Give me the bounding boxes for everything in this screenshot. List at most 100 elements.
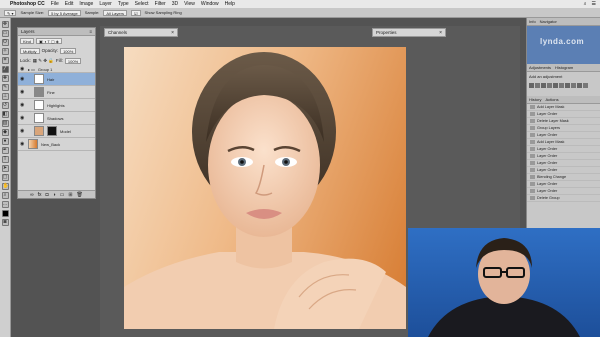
close-icon[interactable]: × <box>171 30 174 36</box>
adjustment-icon[interactable]: ◑ <box>53 192 56 198</box>
history-item[interactable]: Layer Order <box>527 160 600 167</box>
curves-icon[interactable] <box>541 83 546 88</box>
eraser-tool-icon[interactable]: ◧ <box>1 111 9 118</box>
crop-tool-icon[interactable]: ⌗ <box>1 57 9 64</box>
adjustments-tab[interactable]: Adjustments <box>529 65 551 70</box>
actions-tab[interactable]: Actions <box>545 97 558 102</box>
history-item[interactable]: Layer Order <box>527 188 600 195</box>
layer-row[interactable]: ◉ Fine <box>18 86 95 99</box>
eye-icon[interactable]: ◉ <box>20 89 25 95</box>
history-item[interactable]: Delete Layer Mask <box>527 118 600 125</box>
info-tab[interactable]: Info <box>529 19 536 24</box>
brightness-icon[interactable] <box>529 83 534 88</box>
sample-size-select[interactable]: 5 by 5 Average <box>48 9 81 16</box>
eye-icon[interactable]: ◉ <box>20 76 25 82</box>
layer-row[interactable]: ◉ New_Back <box>18 138 95 151</box>
marquee-tool-icon[interactable]: ▭ <box>1 30 9 37</box>
history-item[interactable]: Layer Order <box>527 111 600 118</box>
history-item[interactable]: Delete Group <box>527 195 600 202</box>
hue-sat-icon[interactable] <box>559 83 564 88</box>
eye-icon[interactable]: ◉ <box>20 66 25 72</box>
layers-tab[interactable]: Layers <box>21 29 35 34</box>
history-item[interactable]: Layer Order <box>527 132 600 139</box>
menu-select[interactable]: Select <box>135 1 149 7</box>
menu-list-icon[interactable]: ☰ <box>592 1 596 7</box>
type-tool-icon[interactable]: T <box>1 156 9 163</box>
close-icon[interactable]: × <box>439 30 442 36</box>
menu-type[interactable]: Type <box>118 1 129 7</box>
pen-tool-icon[interactable]: ✒ <box>1 147 9 154</box>
fx-icon[interactable]: fx <box>38 192 42 198</box>
opacity-input[interactable]: 100% <box>60 48 77 54</box>
properties-panel-tab[interactable]: Properties × <box>372 28 446 37</box>
menu-filter[interactable]: Filter <box>155 1 166 7</box>
menu-3d[interactable]: 3D <box>172 1 178 7</box>
menu-image[interactable]: Image <box>79 1 93 7</box>
menu-window[interactable]: Window <box>201 1 219 7</box>
healing-tool-icon[interactable]: ✚ <box>1 75 9 82</box>
gradient-tool-icon[interactable]: ▥ <box>1 120 9 127</box>
brush-tool-icon[interactable]: ✎ <box>1 84 9 91</box>
app-name[interactable]: Photoshop CC <box>10 1 45 7</box>
menu-edit[interactable]: Edit <box>65 1 74 7</box>
sample-select[interactable]: All Layers <box>103 9 127 16</box>
tool-preset-picker[interactable]: ✎ ▾ <box>4 9 17 16</box>
eye-icon[interactable]: ◉ <box>20 128 25 134</box>
hand-tool-icon[interactable]: ✋ <box>1 183 9 190</box>
shape-tool-icon[interactable]: ▢ <box>1 174 9 181</box>
history-item[interactable]: Add Layer Mask <box>527 139 600 146</box>
exposure-icon[interactable] <box>547 83 552 88</box>
levels-icon[interactable] <box>535 83 540 88</box>
history-brush-tool-icon[interactable]: ↺ <box>1 102 9 109</box>
document-canvas[interactable] <box>124 47 406 329</box>
zoom-tool-icon[interactable]: ⌕ <box>1 192 9 199</box>
show-sampling-ring-checkbox[interactable]: ☑ <box>130 9 141 16</box>
history-item[interactable]: Layer Order <box>527 181 600 188</box>
history-item[interactable]: Group Layers <box>527 125 600 132</box>
history-item[interactable]: Blending Change <box>527 174 600 181</box>
lock-icons[interactable]: ▦ ✎ ✥ 🔒 <box>33 58 54 64</box>
layer-row[interactable]: ◉ Highlights <box>18 99 95 112</box>
new-layer-icon[interactable]: ⊞ <box>68 192 72 198</box>
lasso-tool-icon[interactable]: ʘ <box>1 39 9 46</box>
black-white-icon[interactable] <box>571 83 576 88</box>
layer-row[interactable]: ◉ Shadows <box>18 112 95 125</box>
layer-mask-thumbnail[interactable] <box>47 126 57 136</box>
eye-icon[interactable]: ◉ <box>20 141 25 147</box>
layer-kind-filter[interactable]: Kind <box>20 38 35 44</box>
eye-icon[interactable]: ◉ <box>20 102 25 108</box>
menu-layer[interactable]: Layer <box>99 1 112 7</box>
stamp-tool-icon[interactable]: ⊥ <box>1 93 9 100</box>
history-item[interactable]: Layer Order <box>527 146 600 153</box>
eyedropper-tool-icon[interactable]: ⁄ <box>1 66 9 73</box>
vibrance-icon[interactable] <box>553 83 558 88</box>
histogram-tab[interactable]: Histogram <box>555 65 573 70</box>
foreground-color-swatch[interactable] <box>1 210 9 217</box>
history-item[interactable]: Add Layer Mask <box>527 104 600 111</box>
photo-filter-icon[interactable] <box>577 83 582 88</box>
trash-icon[interactable]: 🗑 <box>77 192 83 198</box>
channels-panel-tab[interactable]: Channels × <box>104 28 178 37</box>
path-select-tool-icon[interactable]: ➤ <box>1 165 9 172</box>
blur-tool-icon[interactable]: ◆ <box>1 129 9 136</box>
blend-mode-select[interactable]: Multiply <box>20 48 40 54</box>
more-tools-icon[interactable]: … <box>1 201 9 208</box>
quick-select-tool-icon[interactable]: ✧ <box>1 48 9 55</box>
navigator-tab[interactable]: Navigator <box>540 19 557 24</box>
history-tab[interactable]: History <box>529 97 541 102</box>
filter-icons[interactable]: ▣ ◑ T ▢ ◈ <box>36 38 62 44</box>
panel-menu-icon[interactable]: ≡ <box>89 29 92 34</box>
menu-help[interactable]: Help <box>225 1 235 7</box>
layer-row-group[interactable]: ◉ ▸ ▭ Group 1 <box>18 66 95 73</box>
quick-mask-icon[interactable]: ◙ <box>1 219 9 226</box>
menu-view[interactable]: View <box>184 1 195 7</box>
channel-mixer-icon[interactable] <box>583 83 588 88</box>
menu-file[interactable]: File <box>51 1 59 7</box>
new-group-icon[interactable]: ▭ <box>60 192 65 198</box>
eye-icon[interactable]: ◉ <box>20 115 25 121</box>
search-icon[interactable]: ⌕ <box>584 1 587 7</box>
layer-row[interactable]: ◉ Hair <box>18 73 95 86</box>
layer-row[interactable]: ◉ Model <box>18 125 95 138</box>
color-balance-icon[interactable] <box>565 83 570 88</box>
move-tool-icon[interactable]: ✥ <box>1 21 9 28</box>
